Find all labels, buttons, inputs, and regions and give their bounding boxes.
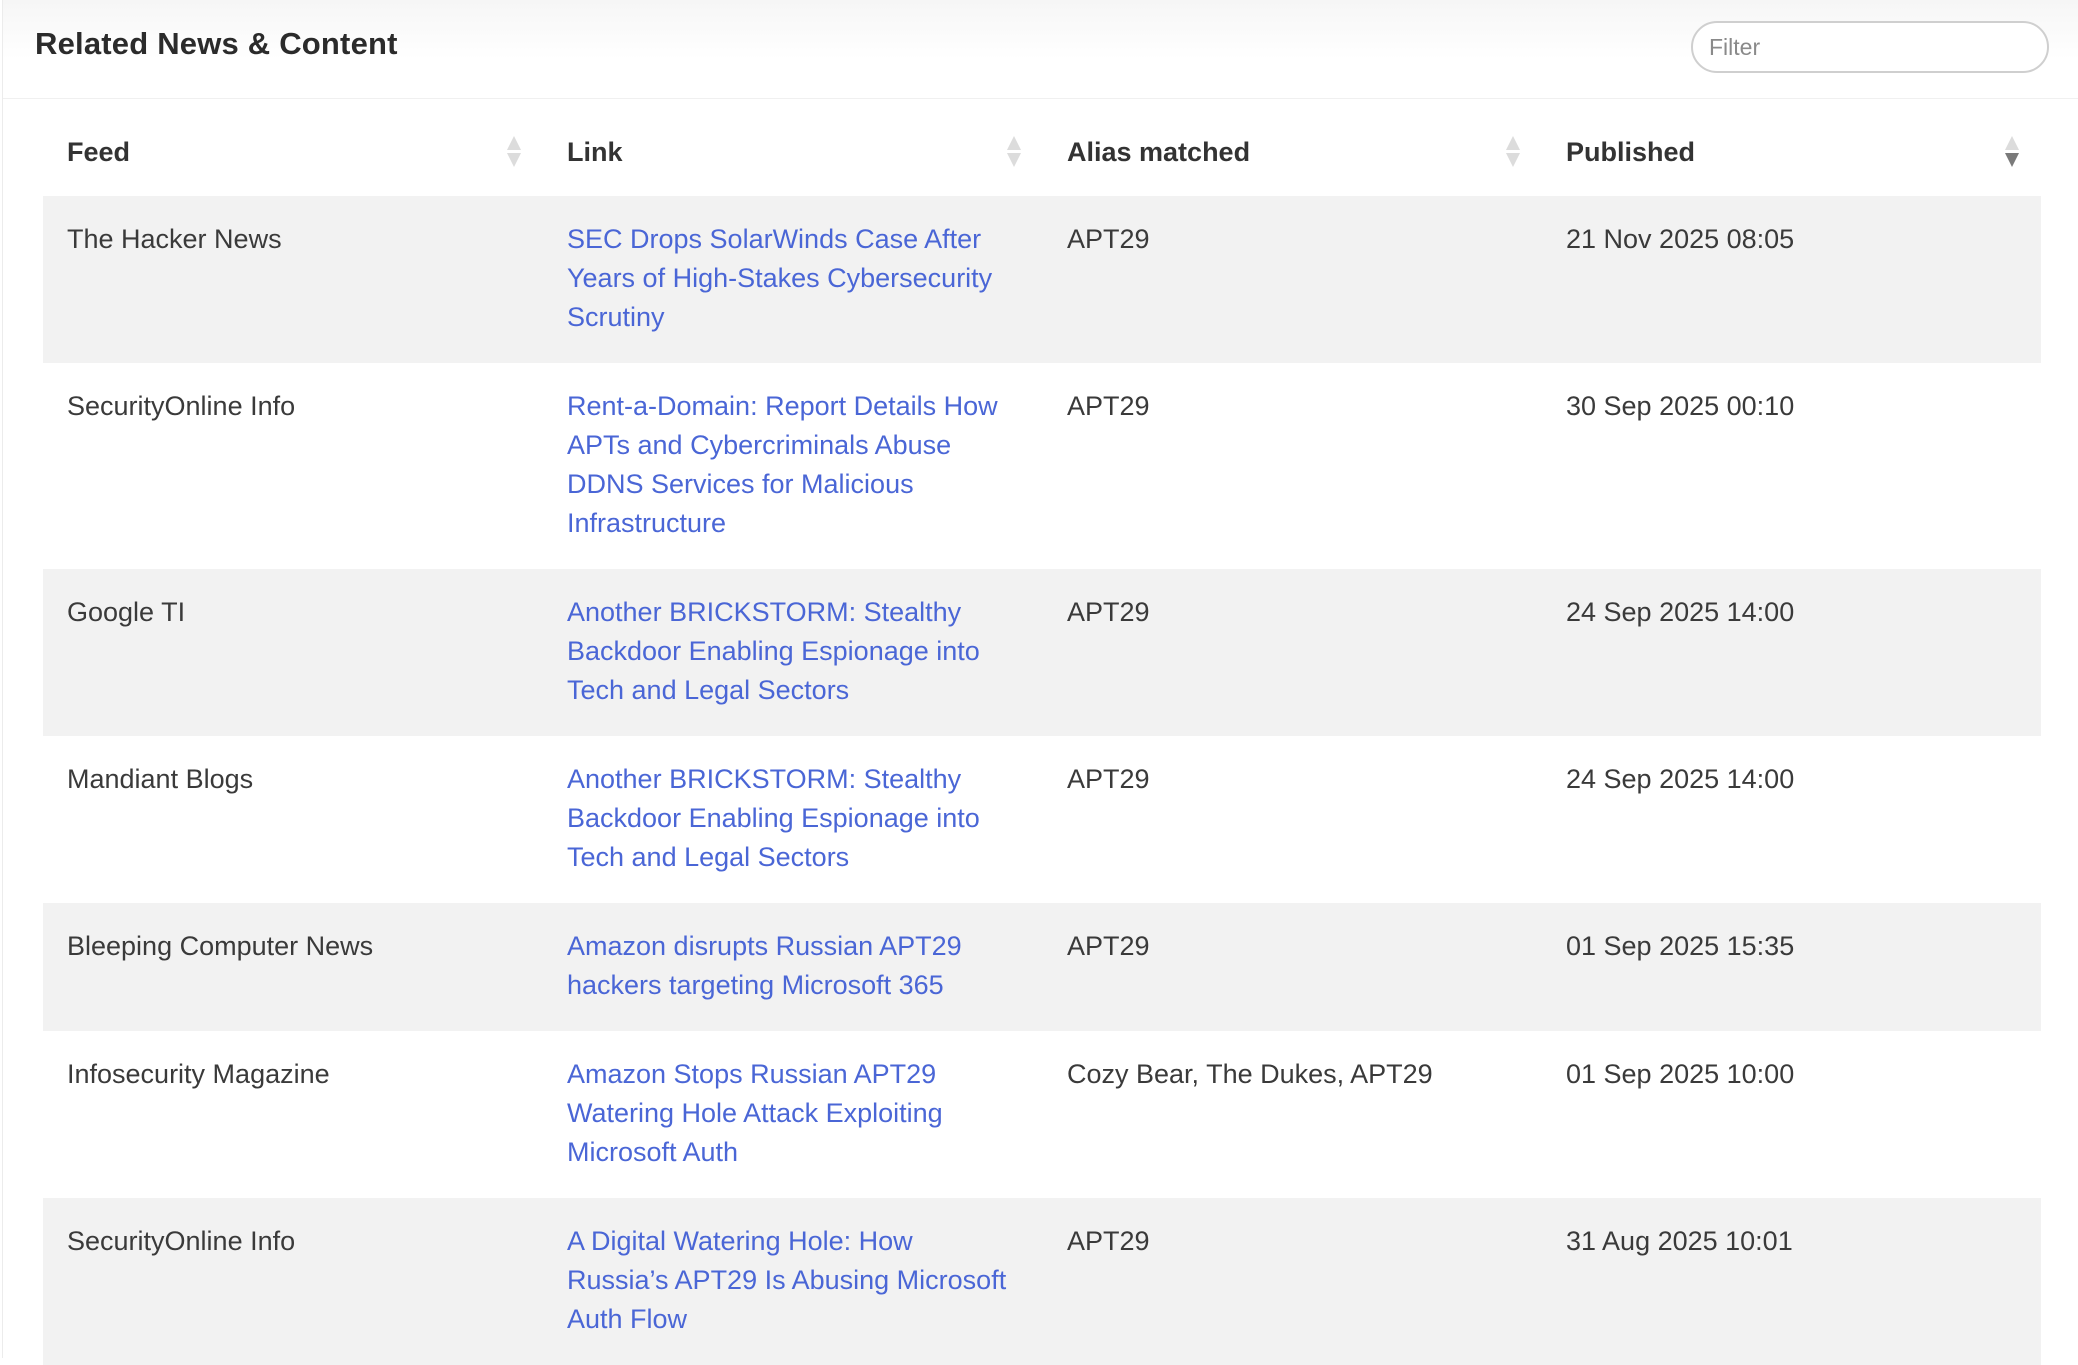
- table-header-row: Feed Link Alias matched Published: [43, 108, 2041, 196]
- feed-cell: Bleeping Computer News: [43, 903, 543, 1031]
- alias-cell: APT29: [1043, 569, 1542, 736]
- column-header-feed[interactable]: Feed: [43, 108, 543, 196]
- column-header-published[interactable]: Published: [1542, 108, 2041, 196]
- alias-cell: APT29: [1067, 764, 1150, 794]
- link-cell: Another BRICKSTORM: Stealthy Backdoor En…: [543, 736, 1043, 903]
- feed-cell: Mandiant Blogs: [67, 764, 254, 794]
- link-cell: Another BRICKSTORM: Stealthy Backdoor En…: [543, 569, 1043, 736]
- alias-cell: APT29: [1043, 903, 1542, 1031]
- alias-cell: Cozy Bear, The Dukes, APT29: [1067, 1059, 1433, 1089]
- related-news-panel: Related News & Content Feed Link: [2, 0, 2078, 1365]
- article-link[interactable]: Another BRICKSTORM: Stealthy Backdoor En…: [567, 764, 980, 872]
- column-header-label: Feed: [67, 136, 131, 167]
- published-cell: 24 Sep 2025 14:00: [1542, 569, 2041, 736]
- sort-icon[interactable]: [507, 134, 521, 170]
- alias-cell: APT29: [1043, 196, 1542, 363]
- published-cell: 21 Nov 2025 08:05: [1542, 196, 2041, 363]
- table-row: SecurityOnline Info A Digital Watering H…: [43, 1198, 2041, 1365]
- sort-icon[interactable]: [1007, 134, 1021, 170]
- published-cell: 01 Sep 2025 10:00: [1566, 1059, 1795, 1089]
- table-row: Infosecurity Magazine Amazon Stops Russi…: [43, 1031, 2041, 1198]
- column-header-alias-matched[interactable]: Alias matched: [1043, 108, 1542, 196]
- feed-cell: Infosecurity Magazine: [67, 1059, 330, 1089]
- article-link[interactable]: Rent-a-Domain: Report Details How APTs a…: [567, 391, 998, 538]
- article-link[interactable]: Amazon disrupts Russian APT29 hackers ta…: [567, 931, 962, 1000]
- table-row: The Hacker News SEC Drops SolarWinds Cas…: [43, 196, 2041, 363]
- table-row: SecurityOnline Info Rent-a-Domain: Repor…: [43, 363, 2041, 569]
- alias-cell: APT29: [1043, 1198, 1542, 1365]
- link-cell: Rent-a-Domain: Report Details How APTs a…: [543, 363, 1043, 569]
- link-cell: A Digital Watering Hole: How Russia’s AP…: [543, 1198, 1043, 1365]
- alias-cell: APT29: [1067, 391, 1150, 421]
- published-cell: 24 Sep 2025 14:00: [1566, 764, 1795, 794]
- column-header-label: Alias matched: [1067, 136, 1251, 167]
- panel-title: Related News & Content: [35, 26, 398, 61]
- column-header-link[interactable]: Link: [543, 108, 1043, 196]
- column-header-label: Published: [1566, 136, 1696, 167]
- column-header-label: Link: [567, 136, 623, 167]
- article-link[interactable]: A Digital Watering Hole: How Russia’s AP…: [567, 1226, 1006, 1334]
- published-cell: 30 Sep 2025 00:10: [1566, 391, 1795, 421]
- feed-cell: Google TI: [43, 569, 543, 736]
- news-table: Feed Link Alias matched Published The Ha…: [43, 108, 2041, 1365]
- published-cell: 01 Sep 2025 15:35: [1542, 903, 2041, 1031]
- panel-header: Related News & Content: [3, 0, 2078, 99]
- article-link[interactable]: SEC Drops SolarWinds Case After Years of…: [567, 224, 992, 332]
- table-row: Bleeping Computer News Amazon disrupts R…: [43, 903, 2041, 1031]
- article-link[interactable]: Amazon Stops Russian APT29 Watering Hole…: [567, 1059, 943, 1167]
- feed-cell: SecurityOnline Info: [67, 391, 296, 421]
- filter-input[interactable]: [1691, 21, 2049, 73]
- table-row: Google TI Another BRICKSTORM: Stealthy B…: [43, 569, 2041, 736]
- news-table-wrapper: Feed Link Alias matched Published The Ha…: [43, 108, 2041, 1365]
- link-cell: Amazon disrupts Russian APT29 hackers ta…: [543, 903, 1043, 1031]
- sort-descending-icon[interactable]: [2005, 134, 2019, 170]
- feed-cell: SecurityOnline Info: [43, 1198, 543, 1365]
- link-cell: Amazon Stops Russian APT29 Watering Hole…: [543, 1031, 1043, 1198]
- published-cell: 31 Aug 2025 10:01: [1542, 1198, 2041, 1365]
- table-row: Mandiant Blogs Another BRICKSTORM: Steal…: [43, 736, 2041, 903]
- feed-cell: The Hacker News: [43, 196, 543, 363]
- article-link[interactable]: Another BRICKSTORM: Stealthy Backdoor En…: [567, 597, 980, 705]
- sort-icon[interactable]: [1506, 134, 1520, 170]
- link-cell: SEC Drops SolarWinds Case After Years of…: [543, 196, 1043, 363]
